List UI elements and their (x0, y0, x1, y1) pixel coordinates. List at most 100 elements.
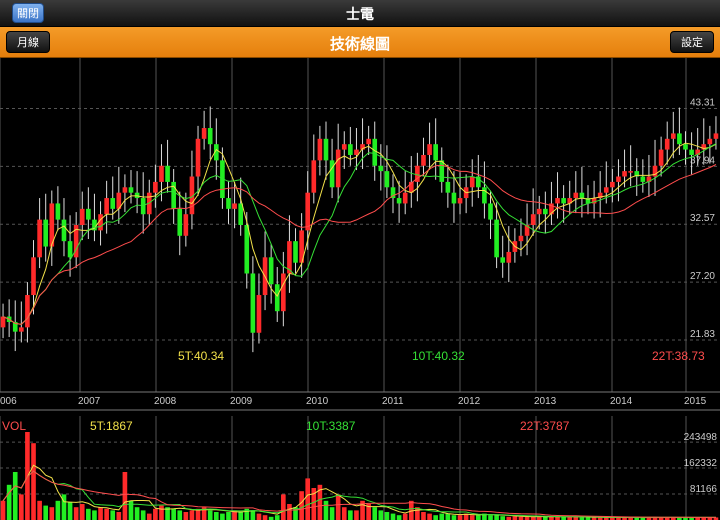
price-tick-label: 27.20 (690, 271, 715, 282)
candle-body (396, 198, 402, 204)
candle-body (579, 192, 585, 199)
candle-body (689, 149, 694, 155)
candle-body (664, 138, 670, 150)
volume-bar (457, 515, 463, 520)
title-bar: 關閉 士電 (0, 0, 720, 27)
price-indicator-label: 22T:38.73 (652, 349, 705, 363)
candle-body (165, 165, 170, 182)
volume-bar (354, 510, 359, 520)
volume-bar (421, 512, 426, 520)
volume-bar (433, 515, 438, 520)
volume-bar (159, 505, 164, 520)
x-tick-label: 2008 (154, 396, 177, 407)
ma5-line (2, 142, 717, 325)
volume-bar (73, 507, 79, 520)
volume-tick-label: 81166 (690, 484, 718, 495)
volume-bar (287, 504, 292, 520)
volume-bar (128, 500, 134, 520)
candle-body (19, 327, 24, 332)
candle-body (482, 187, 487, 204)
x-tick-label: 2015 (684, 396, 707, 407)
volume-bar (171, 508, 176, 520)
candle-body (183, 214, 189, 236)
candle-body (311, 160, 317, 193)
volume-bar (37, 500, 42, 520)
volume-label: VOL (2, 419, 26, 433)
candle-body (128, 187, 134, 193)
candle-body (451, 192, 457, 204)
ma22-line (2, 164, 717, 325)
volume-bar (98, 507, 103, 520)
volume-bar (299, 491, 304, 520)
volume-tick-label: 243498 (684, 432, 718, 443)
volume-bar (122, 472, 128, 520)
candle-body (140, 198, 146, 215)
volume-bar (79, 504, 85, 520)
volume-bar (153, 508, 158, 520)
candle-body (134, 192, 140, 199)
candle-body (530, 214, 536, 225)
volume-bar (488, 515, 493, 520)
candle-body (616, 176, 621, 182)
candle-body (561, 198, 566, 204)
candle-body (274, 284, 280, 312)
volume-ma5-line (2, 464, 716, 518)
candle-body (366, 138, 371, 145)
volume-bar (378, 510, 384, 520)
volume-bar (31, 443, 36, 520)
volume-bar (238, 512, 243, 520)
stock-name-title: 士電 (346, 6, 374, 22)
candle-body (640, 176, 646, 182)
volume-bar (323, 500, 329, 520)
candle-body (110, 198, 116, 209)
candle-body (341, 144, 347, 150)
volume-bar (390, 513, 396, 520)
candle-body (226, 198, 231, 209)
volume-bar (104, 508, 109, 520)
price-indicator-label: 10T:40.32 (412, 349, 465, 363)
candle-body (104, 198, 109, 215)
volume-bar (329, 507, 335, 520)
volume-tick-label: 162332 (684, 458, 718, 469)
volume-bar (177, 510, 183, 520)
volume-bar (281, 494, 286, 520)
candle-body (86, 208, 91, 220)
volume-bar (427, 513, 432, 520)
candle-body (683, 144, 688, 150)
volume-bar (476, 515, 481, 520)
candle-body (67, 241, 73, 258)
candle-body (402, 192, 408, 204)
candle-body (207, 128, 213, 145)
x-tick-label: 2013 (534, 396, 557, 407)
volume-bar (140, 510, 146, 520)
volume-indicator-label: 22T:3787 (520, 419, 570, 433)
price-tick-label: 43.31 (690, 98, 715, 109)
x-tick-label: 2007 (78, 396, 101, 407)
price-tick-label: 32.57 (690, 213, 715, 224)
volume-bar (86, 508, 91, 520)
candle-body (469, 176, 475, 188)
candle-body (37, 219, 42, 258)
candle-body (201, 128, 207, 139)
price-indicator-label: 5T:40.34 (178, 349, 224, 363)
settings-button[interactable]: 設定 (670, 31, 714, 53)
candle-body (31, 257, 36, 296)
volume-bar (451, 515, 457, 520)
candle-body (378, 165, 384, 172)
candle-body (317, 138, 323, 161)
candle-body (256, 295, 262, 333)
volume-bar (146, 513, 152, 520)
ma10-line (2, 143, 717, 325)
candle-body (268, 257, 274, 285)
candle-body (506, 251, 512, 263)
candle-body (439, 160, 445, 182)
volume-bar (500, 516, 506, 520)
volume-bar (439, 513, 445, 520)
volume-bar (250, 510, 256, 520)
candle-body (445, 181, 451, 193)
volume-bar (384, 512, 390, 520)
volume-bar (189, 510, 195, 520)
candle-body (536, 208, 542, 215)
candle-body (335, 149, 341, 188)
candle-body (603, 187, 609, 193)
